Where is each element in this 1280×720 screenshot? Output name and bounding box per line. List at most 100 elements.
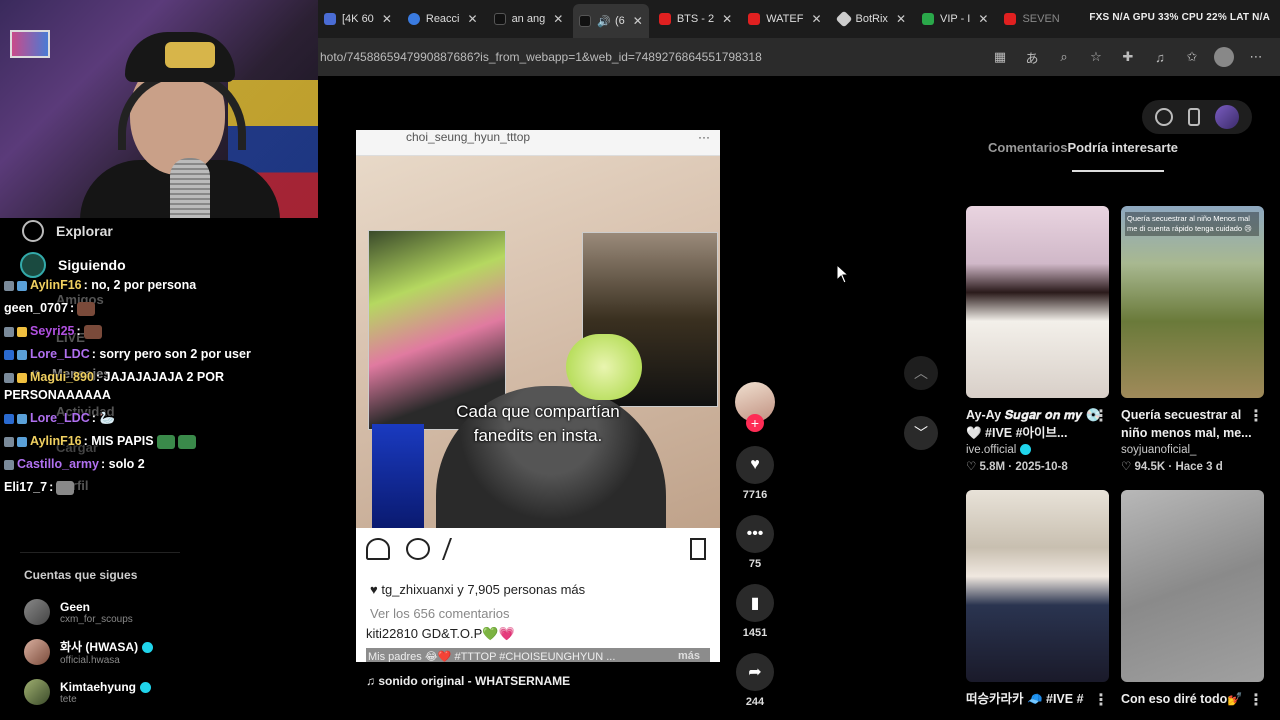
- chat-username[interactable]: geen_0707: [4, 301, 68, 315]
- profile-avatar[interactable]: [1214, 47, 1234, 67]
- following-account[interactable]: 화사 (HWASA) official.hwasa: [24, 632, 304, 672]
- more-icon[interactable]: ⋮: [1248, 406, 1264, 426]
- sound-info[interactable]: ♫ sonido original - WHATSERNAME: [366, 674, 570, 688]
- botrix-icon: [835, 10, 853, 28]
- next-video-button[interactable]: ﹀: [904, 416, 938, 450]
- mod-badge-icon: [4, 280, 14, 291]
- chat-username[interactable]: Lore_LDC: [30, 411, 90, 425]
- like-button[interactable]: ♥: [736, 446, 774, 484]
- compass-icon: [22, 220, 44, 242]
- tiktok-icon: [493, 13, 506, 25]
- chat-username[interactable]: AylinF16: [30, 278, 82, 292]
- recommendation-card[interactable]: Ay-Ay 𝑺𝒖𝒈𝒂𝒓 𝒐𝒏 𝒎𝒚 💿🤍 #IVE #아이브... ive.of…: [966, 206, 1109, 473]
- media-icon[interactable]: ♫: [1150, 47, 1170, 67]
- tiktok-icon: [579, 15, 592, 27]
- share-button[interactable]: ➦: [736, 653, 774, 691]
- cap-logo: [165, 42, 215, 68]
- chat-message: Seyri25:: [4, 322, 314, 340]
- browser-tab[interactable]: [4K 60 ✕: [318, 4, 398, 34]
- recommendation-card[interactable]: Quería secuestrar al niño Menos mal me d…: [1121, 206, 1264, 473]
- chat-username[interactable]: AylinF16: [30, 434, 82, 448]
- chat-username[interactable]: Castillo_army: [17, 457, 99, 471]
- tab-podria-interesarte[interactable]: Podría interesarte: [1067, 140, 1178, 155]
- more-icon[interactable]: ⋮: [1093, 406, 1109, 426]
- following-account[interactable]: Geen cxm_for_scoups: [24, 592, 304, 632]
- more-icon[interactable]: ⋮: [1093, 690, 1109, 710]
- star-icon[interactable]: ☆: [1086, 47, 1106, 67]
- tiktok-main: choi_seung_hyun_tttop ··· Cada que compar…: [318, 76, 1280, 720]
- close-icon[interactable]: ✕: [722, 12, 732, 26]
- device-icon[interactable]: [1187, 108, 1200, 126]
- chat-username[interactable]: Magui_890: [30, 370, 94, 384]
- nav-explorar[interactable]: Explorar: [22, 220, 113, 242]
- close-icon[interactable]: ✕: [553, 12, 563, 26]
- likes-text: tg_zhixuanxi y 7,905 personas más: [381, 582, 586, 597]
- browser-tab[interactable]: WATEF ✕: [742, 4, 827, 34]
- card-stats: ♡ 94.5K · Hace 3 d: [1121, 459, 1264, 473]
- browser-tab[interactable]: VIP - I ✕: [916, 4, 994, 34]
- recommendation-card[interactable]: 떠승카라카 🧢 #IVE # ⋮: [966, 490, 1109, 720]
- speaker-icon[interactable]: 🔊: [597, 15, 611, 28]
- account-name: Geen: [60, 599, 91, 614]
- close-icon[interactable]: ✕: [811, 12, 821, 26]
- close-icon[interactable]: ✕: [978, 12, 988, 26]
- following-accounts: Cuentas que sigues Geen cxm_for_scoups 화사…: [24, 568, 304, 712]
- zoom-icon[interactable]: ⌕: [1054, 47, 1074, 67]
- app-icon[interactable]: ▦: [990, 47, 1010, 67]
- like-count: 7716: [742, 489, 768, 501]
- translate-icon[interactable]: あ: [1022, 47, 1042, 67]
- close-icon[interactable]: ✕: [896, 12, 906, 26]
- card-thumbnail: [1121, 490, 1264, 682]
- card-title: 떠승카라카 🧢 #IVE #: [966, 692, 1084, 706]
- creator-avatar[interactable]: +: [735, 382, 775, 432]
- browser-tab-bar: [4K 60 ✕ Reacci ✕ an ang ✕ 🔊 (6 ✕ BTS - 2 ✕ WA…: [318, 0, 1280, 38]
- favorites-icon[interactable]: ✩: [1182, 47, 1202, 67]
- comment-button[interactable]: •••: [736, 515, 774, 553]
- save-button[interactable]: ▮: [736, 584, 774, 622]
- verified-icon: [140, 681, 152, 693]
- more-link[interactable]: más: [678, 650, 700, 662]
- url-field[interactable]: hoto/7458865947990887686?is_from_webapp=…: [318, 50, 762, 64]
- follow-plus-icon[interactable]: +: [746, 414, 764, 432]
- nav-siguiendo[interactable]: Siguiendo: [20, 252, 126, 278]
- coin-icon[interactable]: [1155, 108, 1174, 126]
- verified-icon: [1020, 444, 1032, 456]
- date-separator: ·: [1165, 461, 1176, 473]
- video-navigation: ︿ ﹀: [904, 356, 938, 476]
- tab-comments[interactable]: Comentarios: [988, 140, 1067, 155]
- browser-tab[interactable]: BTS - 2 ✕: [653, 4, 738, 34]
- mod-badge-icon: [4, 372, 14, 383]
- close-icon[interactable]: ✕: [382, 12, 392, 26]
- video-player[interactable]: choi_seung_hyun_tttop ··· Cada que compar…: [356, 130, 720, 662]
- following-account[interactable]: Kimtaehyung tete: [24, 672, 304, 712]
- chat-username[interactable]: Seyri25: [30, 324, 74, 338]
- browser-tab[interactable]: an ang ✕: [488, 4, 570, 34]
- address-bar: hoto/7458865947990887686?is_from_webapp=…: [318, 38, 1280, 76]
- extensions-icon[interactable]: ✚: [1118, 47, 1138, 67]
- chat-username[interactable]: Lore_LDC: [30, 347, 90, 361]
- chat-username[interactable]: Eli17_7: [4, 480, 47, 494]
- description-text: Mis padres 😂❤️ #TTTOP #CHOISEUNGHYUN ...: [368, 651, 616, 662]
- heart-emoji-icon: 💚💗: [482, 626, 515, 641]
- chat-text: :: [91, 411, 96, 425]
- menu-icon[interactable]: ⋯: [1246, 47, 1266, 67]
- recommendation-card[interactable]: Con eso diré todo💅 ⋮: [1121, 490, 1264, 720]
- tab-label: [4K 60: [342, 13, 374, 25]
- close-icon[interactable]: ✕: [633, 14, 643, 28]
- profile-avatar[interactable]: [1214, 105, 1239, 129]
- sub-badge-icon: [17, 280, 27, 291]
- browser-tab-active[interactable]: 🔊 (6 ✕: [573, 4, 649, 38]
- close-icon[interactable]: ✕: [468, 12, 478, 26]
- chat-message: Eli17_7:: [4, 478, 314, 496]
- account-handle: tete: [60, 693, 77, 705]
- chat-text: : solo 2: [100, 457, 145, 471]
- more-icon[interactable]: ⋮: [1248, 690, 1264, 710]
- browser-tab[interactable]: BotRix ✕: [832, 4, 912, 34]
- chevron-down-icon: ﹀: [914, 425, 928, 441]
- view-count: 94.5K: [1134, 461, 1166, 473]
- divider: [20, 552, 180, 553]
- browser-tab[interactable]: SEVEN: [998, 4, 1065, 34]
- previous-video-button[interactable]: ︿: [904, 356, 938, 390]
- send-icon: [441, 538, 475, 560]
- browser-tab[interactable]: Reacci ✕: [402, 4, 484, 34]
